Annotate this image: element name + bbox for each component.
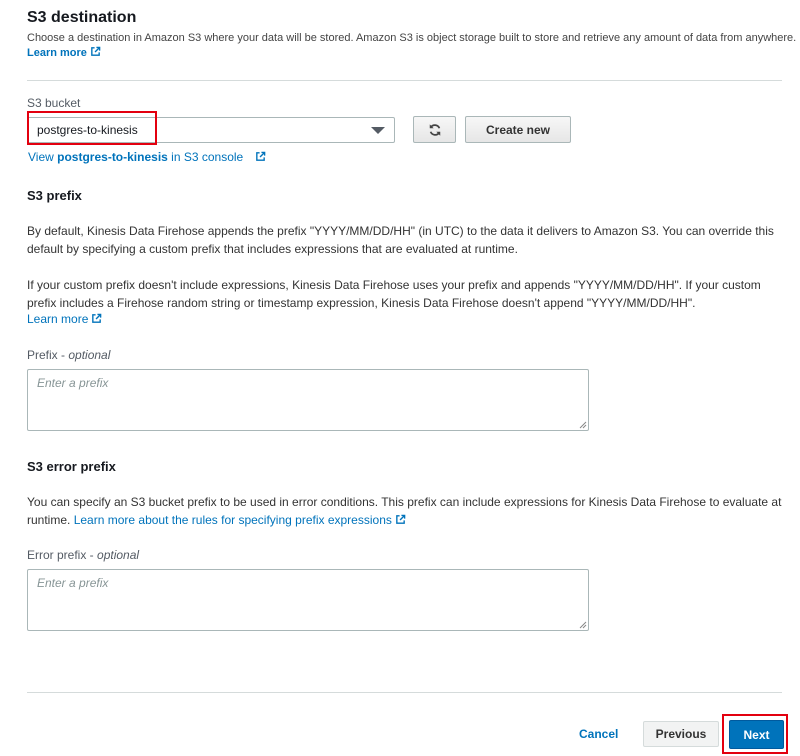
error-prefix-optional-text: optional: [97, 548, 140, 562]
prefix-field-label: Prefix - optional: [27, 348, 111, 362]
next-highlight-box: [722, 714, 788, 754]
external-link-icon: [396, 514, 406, 524]
prefix-label-text: Prefix: [27, 348, 58, 362]
error-prefix-placeholder: Enter a prefix: [37, 576, 109, 590]
cancel-button[interactable]: Cancel: [579, 727, 618, 741]
view-prefix-text: View: [28, 150, 58, 164]
prefix-input[interactable]: Enter a prefix: [27, 369, 589, 431]
prefix-learn-more-link[interactable]: Learn more: [27, 312, 102, 326]
refresh-icon: [429, 123, 440, 136]
highlight-box: [27, 111, 157, 145]
section-title: S3 destination: [27, 9, 137, 26]
footer-divider: [27, 692, 782, 693]
prefix-placeholder: Enter a prefix: [37, 376, 109, 390]
external-link-icon: [91, 46, 101, 56]
previous-button[interactable]: Previous: [643, 721, 719, 747]
prefix-rules-link[interactable]: Learn more about the rules for specifyin…: [74, 513, 406, 527]
learn-more-label: Learn more: [27, 47, 87, 59]
s3-prefix-heading: S3 prefix: [27, 188, 82, 203]
view-suffix-text: in S3 console: [167, 150, 244, 164]
error-prefix-input[interactable]: Enter a prefix: [27, 569, 589, 631]
view-bucket-name: postgres-to-kinesis: [57, 150, 168, 164]
bucket-label: S3 bucket: [27, 96, 81, 110]
external-link-icon: [92, 313, 102, 323]
s3-error-prefix-heading: S3 error prefix: [27, 459, 116, 474]
create-new-button[interactable]: Create new: [465, 116, 571, 143]
divider: [27, 80, 782, 81]
error-prefix-field-label: Error prefix - optional: [27, 548, 140, 562]
view-bucket-link[interactable]: View postgres-to-kinesis in S3 console: [28, 150, 266, 164]
resize-handle-icon[interactable]: [578, 420, 587, 429]
learn-more-link[interactable]: Learn more: [27, 46, 101, 59]
s3-error-prefix-paragraph: You can specify an S3 bucket prefix to b…: [27, 493, 787, 529]
chevron-down-icon: [371, 127, 385, 134]
external-link-icon: [255, 151, 265, 161]
error-prefix-label-text: Error prefix: [27, 548, 87, 562]
prefix-rules-label: Learn more about the rules for specifyin…: [73, 513, 392, 527]
s3-prefix-paragraph-1: By default, Kinesis Data Firehose append…: [27, 224, 774, 256]
refresh-button[interactable]: [413, 116, 456, 143]
section-description: Choose a destination in Amazon S3 where …: [27, 32, 797, 44]
prefix-learn-more-label: Learn more: [27, 312, 89, 326]
prefix-optional-text: optional: [68, 348, 111, 362]
resize-handle-icon[interactable]: [578, 620, 587, 629]
s3-prefix-paragraph-2: If your custom prefix doesn't include ex…: [27, 278, 761, 310]
